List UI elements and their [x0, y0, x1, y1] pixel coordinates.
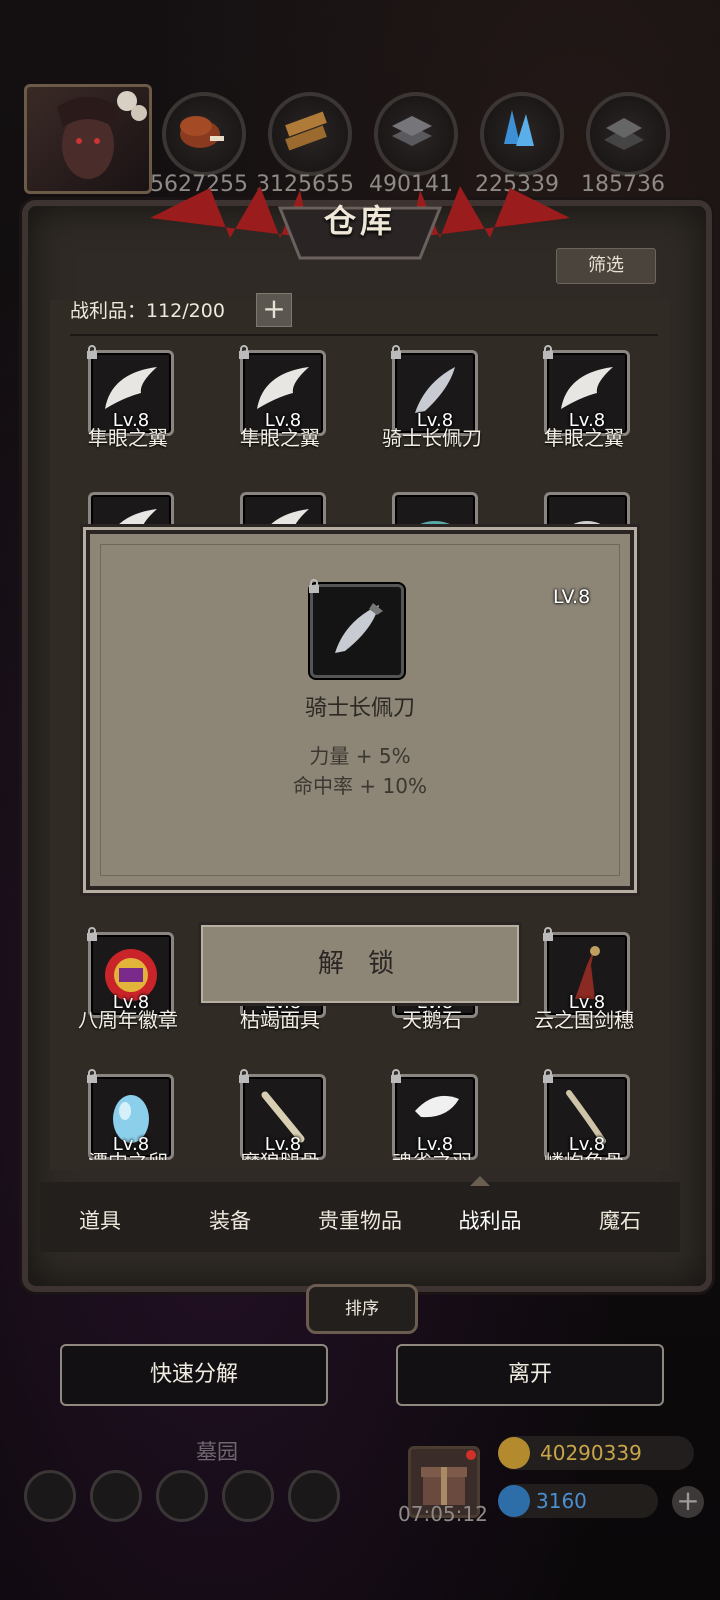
popup-item-name: 骑士长佩刀 — [304, 696, 415, 721]
menu-button[interactable] — [222, 1470, 274, 1522]
popup-level: LV.8 — [553, 586, 591, 608]
add-gems-button[interactable]: + — [672, 1486, 704, 1518]
divider — [70, 334, 658, 336]
location-label: 墓园 — [196, 1440, 238, 1464]
iron-icon — [374, 92, 458, 176]
filter-button[interactable]: 筛选 — [556, 248, 656, 284]
ore-icon — [586, 92, 670, 176]
sort-button[interactable]: 排序 — [306, 1284, 418, 1334]
menu-button[interactable] — [90, 1470, 142, 1522]
item-name: 隼眼之翼 — [88, 426, 168, 450]
wood-icon — [268, 92, 352, 176]
crystal-icon — [480, 92, 564, 176]
lock-icon — [543, 345, 553, 359]
player-avatar[interactable] — [24, 84, 152, 194]
gem-amount: 3160 — [536, 1489, 587, 1513]
gold-icon — [498, 1437, 530, 1469]
item-name: 魂雀之羽 — [357, 1146, 507, 1160]
popup-stat: 命中率 + 10% — [293, 774, 427, 798]
loot-capacity: 战利品：112/200 — [70, 300, 225, 322]
item-name: 枯竭面具 — [240, 1008, 320, 1032]
lock-icon — [391, 345, 401, 359]
gem-icon — [498, 1485, 530, 1517]
item-name: 隼眼之翼 — [544, 426, 624, 450]
menu-button[interactable] — [156, 1470, 208, 1522]
popup-item-icon — [309, 579, 404, 678]
item-name: 魔狼腿骨 — [205, 1146, 355, 1160]
lock-icon — [87, 927, 97, 941]
ore-amount: 185736 — [581, 172, 665, 197]
tab-magic-stone[interactable]: 魔石 — [560, 1205, 680, 1235]
tab-equipment[interactable]: 装备 — [170, 1205, 290, 1235]
gold-amount: 40290339 — [540, 1441, 642, 1465]
page-title: 仓库 — [323, 202, 396, 240]
tab-items[interactable]: 道具 — [40, 1205, 160, 1235]
item-name: 骑士长佩刀 — [382, 426, 482, 450]
lock-icon — [543, 927, 553, 941]
lock-icon — [391, 1069, 401, 1083]
lock-icon — [543, 1069, 553, 1083]
item-name: 潭中之卵 — [53, 1146, 203, 1160]
menu-button[interactable] — [24, 1470, 76, 1522]
item-name: 云之国剑穗 — [534, 1008, 634, 1032]
tab-valuables[interactable]: 贵重物品 — [300, 1205, 420, 1235]
timer: 07:05:12 — [398, 1502, 488, 1526]
lock-icon — [239, 1069, 249, 1083]
expand-capacity-button[interactable]: + — [256, 293, 292, 327]
lock-icon — [87, 345, 97, 359]
leave-button[interactable]: 离开 — [396, 1344, 664, 1406]
item-name: 嶙峋角骨 — [509, 1146, 659, 1160]
quick-decompose-button[interactable]: 快速分解 — [60, 1344, 328, 1406]
menu-button[interactable] — [288, 1470, 340, 1522]
popup-stat: 力量 + 5% — [309, 744, 411, 768]
lock-icon — [309, 579, 319, 593]
item-name: 隼眼之翼 — [240, 426, 320, 450]
lock-icon — [87, 1069, 97, 1083]
lock-icon — [239, 345, 249, 359]
unlock-button[interactable]: 解 锁 — [198, 922, 522, 1006]
tab-loot[interactable]: 战利品 — [430, 1205, 550, 1235]
meat-icon — [162, 92, 246, 176]
item-name: 八周年徽章 — [78, 1008, 178, 1032]
knife-icon — [335, 603, 383, 653]
active-tab-indicator — [470, 1176, 490, 1186]
item-name: 天鹅石 — [402, 1008, 462, 1032]
